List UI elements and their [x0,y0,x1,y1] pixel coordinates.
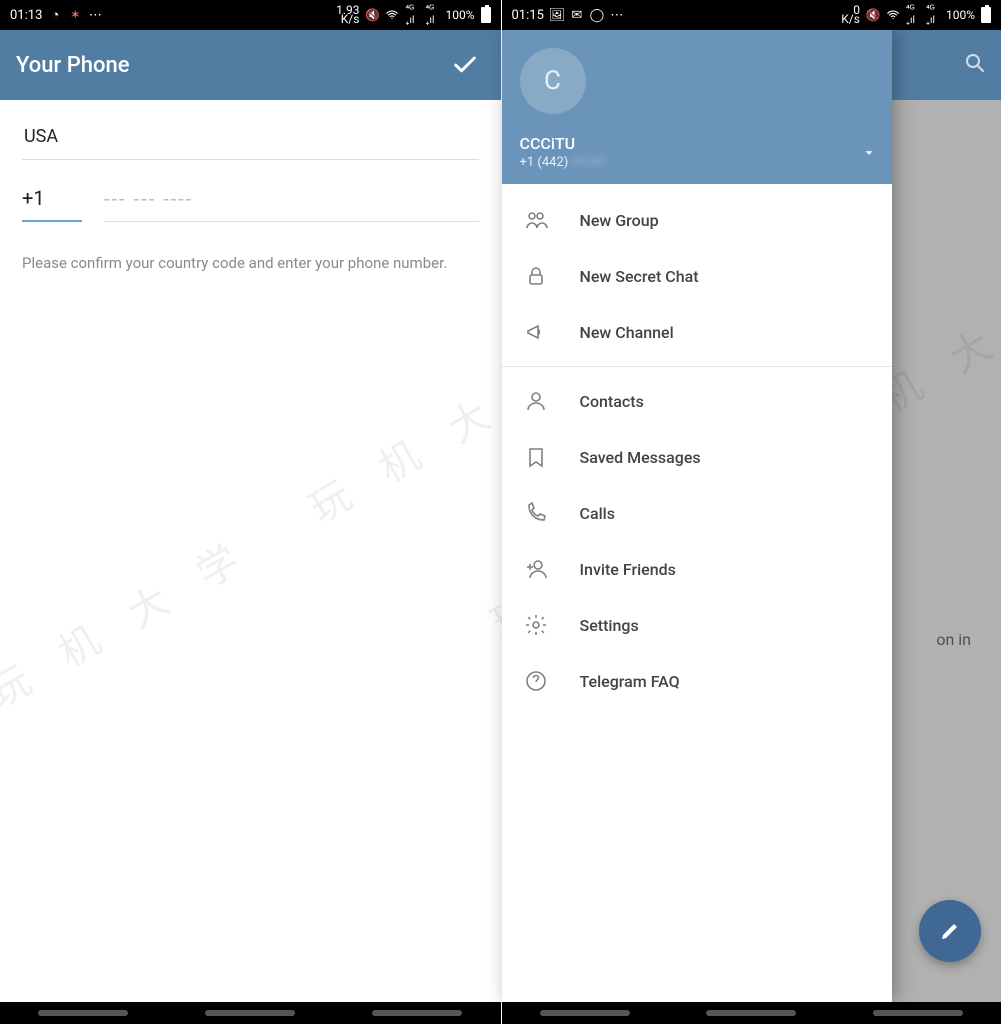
help-icon [522,667,550,695]
compose-fab[interactable] [919,900,981,962]
confirm-button[interactable] [445,45,485,85]
megaphone-icon [522,318,550,346]
search-button[interactable] [963,51,987,79]
menu-item-label: Contacts [580,392,644,411]
person-icon [522,387,550,415]
phone-screen-2: 01:15 🖼 ✉ ◯ ⋯ 0 K/s 🔇 ⁴ᴳ ₊ıl ⁴ᴳ ₊ıl 100%… [501,0,1001,1024]
country-select[interactable]: USA [22,126,479,160]
menu-item-calls[interactable]: Calls [502,485,892,541]
gear-icon [522,611,550,639]
status-app-icon: ⋯ [610,8,624,22]
phone-screen-1: 01:13 ◔ ✶ ⋯ 1.93 K/s 🔇 ⁴ᴳ ₊ıl ⁴ᴳ ₊ıl 100… [0,0,501,1024]
nav-recent[interactable] [38,1010,128,1016]
check-icon [451,51,479,79]
menu-item-label: New Secret Chat [580,267,699,286]
signal-icon: ⁴ᴳ ₊ıl [425,8,439,22]
account-expand-toggle[interactable] [862,145,876,164]
wifi-icon [886,8,900,22]
bookmark-icon [522,443,550,471]
menu-item-label: Telegram FAQ [580,672,680,691]
menu-item-new-secret-chat[interactable]: New Secret Chat [502,248,892,304]
page-title: Your Phone [16,53,445,78]
pencil-icon [938,919,962,943]
menu-item-settings[interactable]: Settings [502,597,892,653]
login-form: USA +1 --- --- ---- Please confirm your … [0,100,501,1002]
menu-item-new-channel[interactable]: New Channel [502,304,892,360]
nav-back[interactable] [873,1010,963,1016]
menu-item-label: Settings [580,616,639,635]
invite-icon [522,555,550,583]
signal-icon: ⁴ᴳ ₊ıl [405,8,419,22]
menu-item-label: New Channel [580,323,674,342]
hint-text: Please confirm your country code and ent… [22,252,479,274]
status-bar: 01:13 ◔ ✶ ⋯ 1.93 K/s 🔇 ⁴ᴳ ₊ıl ⁴ᴳ ₊ıl 100… [0,0,501,30]
status-time: 01:15 [512,8,544,23]
lock-icon [522,262,550,290]
menu-item-telegram-faq[interactable]: Telegram FAQ [502,653,892,709]
status-app-icon: ⋯ [88,8,102,22]
wifi-icon [385,8,399,22]
menu-item-label: Saved Messages [580,448,701,467]
mute-icon: 🔇 [866,8,880,22]
status-app-icon: ◔ [48,8,62,22]
android-nav-bar [502,1002,1001,1024]
android-nav-bar [0,1002,501,1024]
battery-icon [481,7,491,23]
status-netspeed: 1.93 K/s [336,6,359,24]
menu-item-saved-messages[interactable]: Saved Messages [502,429,892,485]
account-name: CCCiTU [520,134,876,153]
menu-item-new-group[interactable]: New Group [502,192,892,248]
status-app-icon: 🖼 [550,8,564,22]
signal-icon: ⁴ᴳ ₊ıl [906,8,920,22]
phone-number-input[interactable]: --- --- ---- [104,187,479,222]
group-icon [522,206,550,234]
drawer-menu: New Group New Secret Chat New Channel Conta… [502,184,892,1002]
nav-recent[interactable] [540,1010,630,1016]
signal-icon: ⁴ᴳ ₊ıl [926,8,940,22]
status-battery-pct: 100% [445,8,474,22]
menu-item-label: New Group [580,211,659,230]
nav-home[interactable] [706,1010,796,1016]
status-app-icon: ✉ [570,8,584,22]
search-icon [963,51,987,75]
status-battery-pct: 100% [946,8,975,22]
mute-icon: 🔇 [365,8,379,22]
drawer-header[interactable]: C CCCiTU +1 (442) ••• •••• [502,30,892,184]
battery-icon [981,7,991,23]
country-code-input[interactable]: +1 [22,186,82,222]
account-phone: +1 (442) ••• •••• [520,155,876,170]
status-bar: 01:15 🖼 ✉ ◯ ⋯ 0 K/s 🔇 ⁴ᴳ ₊ıl ⁴ᴳ ₊ıl 100% [502,0,1001,30]
menu-item-label: Invite Friends [580,560,676,579]
menu-item-contacts[interactable]: Contacts [502,373,892,429]
menu-item-invite-friends[interactable]: Invite Friends [502,541,892,597]
nav-drawer: C CCCiTU +1 (442) ••• •••• New GroupNew … [502,30,892,1002]
chevron-down-icon [862,146,876,160]
nav-back[interactable] [372,1010,462,1016]
status-app-icon: ◯ [590,8,604,22]
menu-divider [502,366,892,367]
status-netspeed: 0 K/s [841,6,860,24]
avatar: C [520,48,586,114]
phone-icon [522,499,550,527]
status-app-icon: ✶ [68,8,82,22]
nav-home[interactable] [205,1010,295,1016]
watermark [0,100,501,1002]
menu-item-label: Calls [580,504,615,523]
status-time: 01:13 [10,8,42,23]
app-bar: Your Phone [0,30,501,100]
